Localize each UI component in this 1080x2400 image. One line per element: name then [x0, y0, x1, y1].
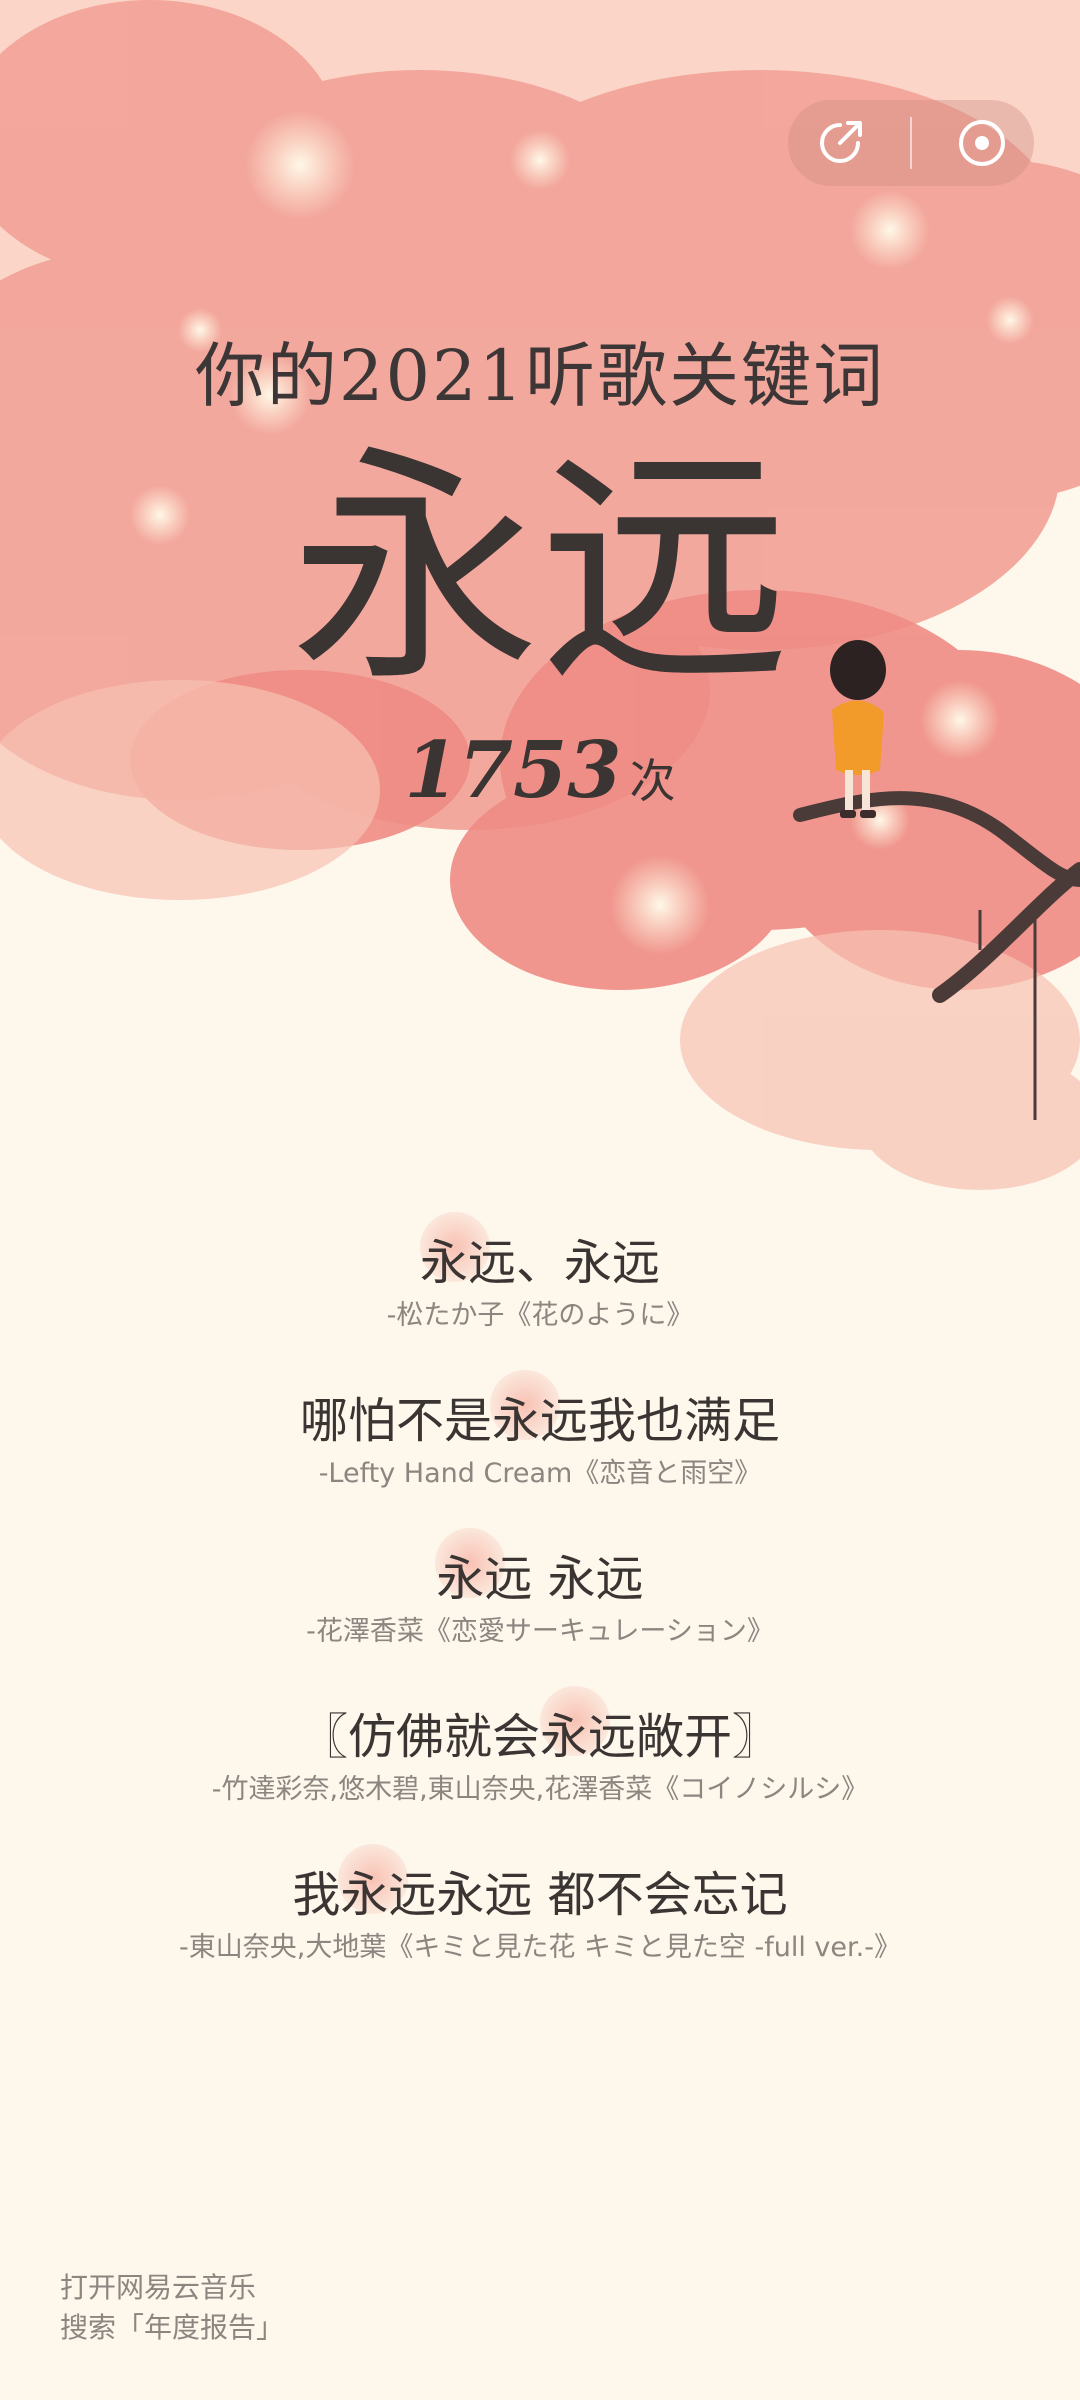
lyric-source: -竹達彩奈,悠木碧,東山奈央,花澤香菜《コイノシルシ》	[211, 1774, 869, 1805]
share-icon	[820, 121, 863, 163]
keyword-count: 1753 次	[0, 725, 1080, 816]
capsule-divider	[909, 117, 912, 169]
music-button[interactable]	[947, 108, 1017, 178]
action-capsule	[788, 100, 1034, 186]
lyric-source: -東山奈央,大地葉《キミと見た花 キミと見た空 -full ver.-》	[179, 1932, 901, 1963]
lyric-item: 哪怕不是永远我也满足 -Lefty Hand Cream《恋音と雨空》	[0, 1370, 1080, 1546]
lyric-line: 〖仿佛就会永远敞开〗	[299, 1709, 780, 1765]
lyric-item: 永远 永远 -花澤香菜《恋愛サーキュレーション》	[0, 1528, 1080, 1704]
lyric-line: 永远、永远	[419, 1235, 660, 1291]
footer-line-open-app: 打开网易云音乐	[60, 2271, 257, 2304]
lyric-item: 〖仿佛就会永远敞开〗 -竹達彩奈,悠木碧,東山奈央,花澤香菜《コイノシルシ》	[0, 1686, 1080, 1862]
lyric-line: 哪怕不是永远我也满足	[299, 1393, 780, 1449]
footer-hint: 打开网易云音乐 搜索「年度报告」	[60, 2268, 284, 2348]
disc-icon	[958, 120, 1005, 166]
count-unit: 次	[629, 754, 676, 808]
lyric-line: 我永远永远 都不会忘记	[292, 1867, 788, 1923]
lyric-item: 永远、永远 -松たか子《花のように》	[0, 1212, 1080, 1388]
lyric-source: -花澤香菜《恋愛サーキュレーション》	[306, 1616, 774, 1647]
footer-line-search: 搜索「年度报告」	[60, 2311, 285, 2344]
page-title: 你的2021听歌关键词	[194, 335, 886, 417]
lyric-line: 永远 永远	[436, 1551, 644, 1607]
count-number: 1753	[404, 725, 622, 816]
share-button[interactable]	[805, 108, 875, 178]
keyword-word: 永远	[290, 424, 790, 715]
lyric-source: -松たか子《花のように》	[386, 1300, 694, 1331]
lyric-source: -Lefty Hand Cream《恋音と雨空》	[318, 1458, 762, 1489]
lyric-item: 我永远永远 都不会忘记 -東山奈央,大地葉《キミと見た花 キミと見た空 -ful…	[0, 1844, 1080, 2020]
lyrics-list: 永远、永远 -松たか子《花のように》 哪怕不是永远我也满足 -Lefty Han…	[0, 1212, 1080, 2020]
